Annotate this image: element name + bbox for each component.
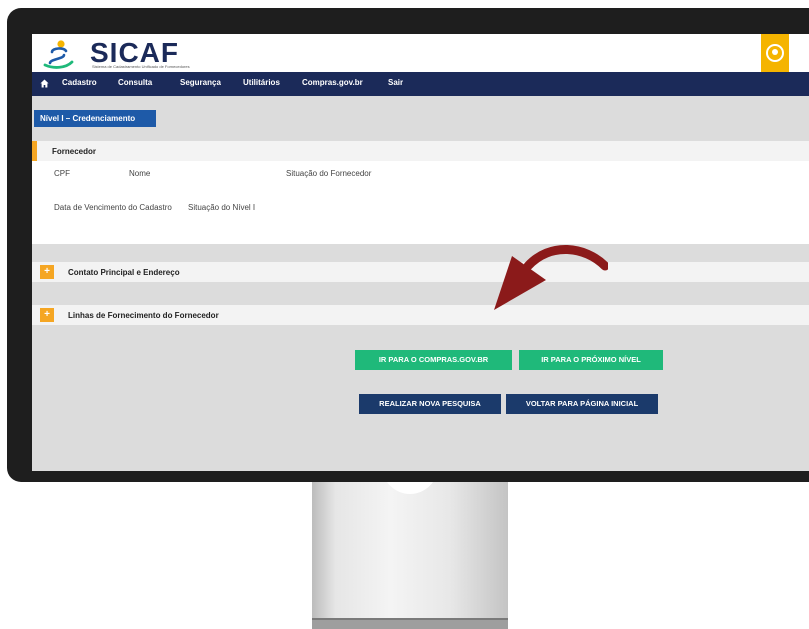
field-situacao-fornecedor: Situação do Fornecedor [286,169,372,178]
next-level-button[interactable]: IR PARA O PRÓXIMO NÍVEL [519,350,663,370]
stage: SICAF Sistema de Cadastramento Unificado… [0,0,809,629]
field-nome: Nome [129,169,151,178]
back-home-button[interactable]: VOLTAR PARA PÁGINA INICIAL [506,394,658,414]
brand-subtitle: Sistema de Cadastramento Unificado de Fo… [92,64,190,69]
nav-item-utilitarios[interactable]: Utilitários [243,78,280,87]
user-avatar-button[interactable] [761,34,789,72]
section-linhas-fornecimento[interactable]: + Linhas de Fornecimento do Fornecedor [32,305,809,325]
monitor-frame: SICAF Sistema de Cadastramento Unificado… [7,8,809,482]
screen: SICAF Sistema de Cadastramento Unificado… [32,34,809,471]
fornecedor-panel: Fornecedor CPF Nome Situação do Forneced… [32,141,809,244]
go-to-compras-button[interactable]: IR PARA O COMPRAS.GOV.BR [355,350,512,370]
curved-arrow-icon [494,245,608,310]
tab-nivel-credenciamento[interactable]: Nível I – Credenciamento [34,110,156,127]
new-search-button[interactable]: REALIZAR NOVA PESQUISA [359,394,501,414]
field-cpf: CPF [54,169,70,178]
section-contato-label: Contato Principal e Endereço [68,268,180,277]
plus-icon: + [40,265,54,279]
user-avatar-icon [766,44,784,62]
nav-item-sair[interactable]: Sair [388,78,403,87]
sicaf-logo-icon [43,40,74,69]
section-linhas-label: Linhas de Fornecimento do Fornecedor [68,311,219,320]
app-header: SICAF Sistema de Cadastramento Unificado… [32,34,809,72]
nav-item-consulta[interactable]: Consulta [118,78,152,87]
monitor-stand-base [312,618,508,629]
main-nav: Cadastro Consulta Segurança Utilitários … [32,72,809,96]
nav-item-compras[interactable]: Compras.gov.br [302,78,363,87]
section-contato-principal[interactable]: + Contato Principal e Endereço [32,262,809,282]
monitor-stand-neck [312,476,508,629]
field-data-vencimento: Data de Vencimento do Cadastro [54,203,172,212]
field-situacao-nivel: Situação do Nível I [188,203,256,212]
nav-item-seguranca[interactable]: Segurança [180,78,221,87]
home-icon[interactable] [40,79,49,88]
fornecedor-panel-title: Fornecedor [52,147,97,156]
fornecedor-panel-header: Fornecedor [32,141,809,161]
plus-icon: + [40,308,54,322]
nav-item-cadastro[interactable]: Cadastro [62,78,97,87]
